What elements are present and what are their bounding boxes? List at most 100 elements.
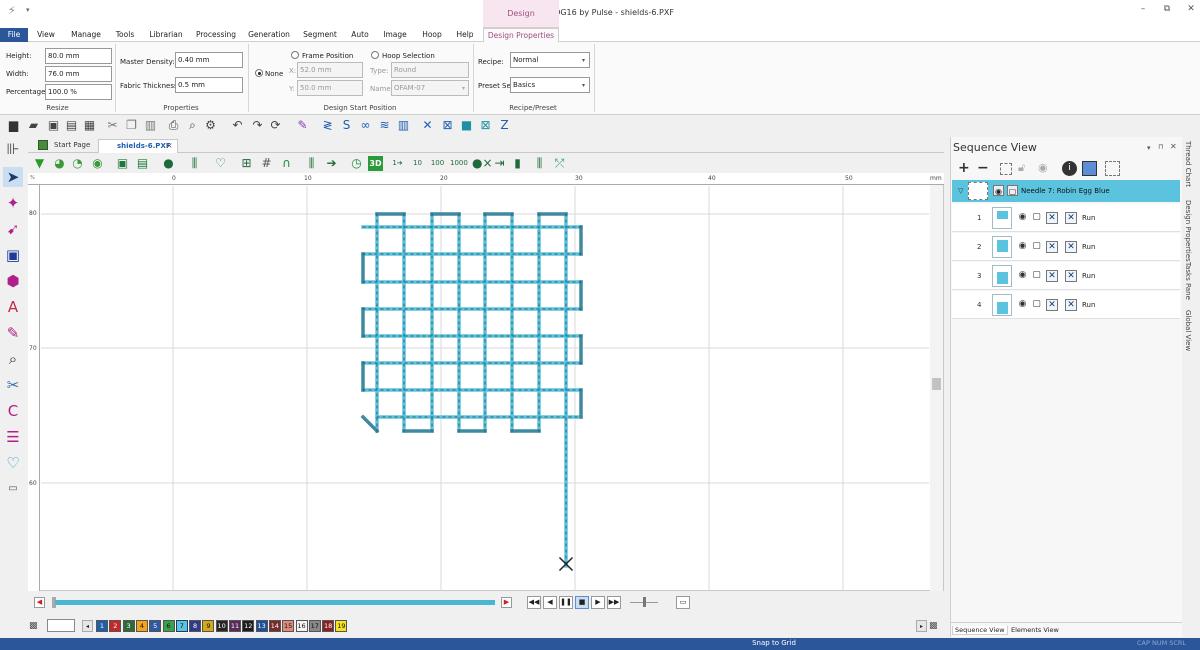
jump-icon[interactable]: ➔ bbox=[324, 156, 339, 171]
needle-button-14[interactable]: 14 bbox=[268, 620, 281, 632]
trim-toggle-icon[interactable]: ✕ bbox=[1046, 299, 1058, 311]
tab-help[interactable]: Help bbox=[452, 28, 478, 42]
y-field[interactable]: 50.0 mm bbox=[297, 80, 363, 96]
tab-hoop[interactable]: Hoop bbox=[418, 28, 446, 42]
scissors-tool-icon[interactable]: ✂ bbox=[3, 375, 23, 395]
close-tab-icon[interactable]: × bbox=[166, 141, 173, 150]
pause-icon[interactable]: ❚❚ bbox=[559, 596, 573, 609]
speed-slider-thumb[interactable] bbox=[643, 597, 646, 607]
step-forward-icon[interactable]: ▶ bbox=[501, 597, 512, 608]
needle-button-12[interactable]: 12 bbox=[242, 620, 255, 632]
needle-button-17[interactable]: 17 bbox=[308, 620, 321, 632]
needle-button-4[interactable]: 4 bbox=[135, 620, 148, 632]
refresh-icon[interactable]: ⟳ bbox=[268, 118, 283, 133]
tab-file[interactable]: File bbox=[0, 28, 28, 42]
sequence-row[interactable]: 1 ◉ ▢ ✕ ✕ Run bbox=[952, 204, 1180, 232]
copy-icon[interactable]: ❐ bbox=[124, 118, 139, 133]
show-stitches-icon[interactable]: ◕ bbox=[52, 156, 67, 171]
embroidery-design[interactable] bbox=[41, 186, 929, 590]
needle-point-icon[interactable]: ● bbox=[161, 156, 176, 171]
needle-button-19[interactable]: 19 bbox=[335, 620, 348, 632]
tatami-icon[interactable]: ⊠ bbox=[478, 118, 493, 133]
shape-tool-icon[interactable]: ⬢ bbox=[3, 271, 23, 291]
percentage-field[interactable]: 100.0 % bbox=[45, 84, 112, 100]
lettering-tool-icon[interactable]: A bbox=[3, 297, 23, 317]
needle-button-2[interactable]: 2 bbox=[109, 620, 122, 632]
stitch-progress-bar[interactable] bbox=[55, 600, 495, 605]
info-icon[interactable]: i bbox=[1062, 161, 1077, 176]
cut-icon[interactable]: ✂ bbox=[105, 118, 120, 133]
palette-icon[interactable]: ▩ bbox=[29, 620, 42, 632]
step-back-icon[interactable]: ◀ bbox=[34, 597, 45, 608]
lock-icon[interactable]: ▢ bbox=[1031, 212, 1042, 223]
needle-button-5[interactable]: 5 bbox=[149, 620, 162, 632]
select-all-icon[interactable] bbox=[1000, 163, 1012, 175]
tab-elements-view[interactable]: Elements View bbox=[1011, 626, 1059, 634]
tab-design-properties[interactable]: Design Properties bbox=[483, 28, 559, 42]
paste-icon[interactable]: ▥ bbox=[143, 118, 158, 133]
needle-button-3[interactable]: 3 bbox=[122, 620, 135, 632]
needle-button-15[interactable]: 15 bbox=[282, 620, 295, 632]
close-button[interactable]: ✕ bbox=[1184, 4, 1198, 16]
visibility-icon[interactable]: ◉ bbox=[1038, 161, 1048, 174]
satin-stitch-icon[interactable]: S bbox=[339, 118, 354, 133]
frame-icon[interactable] bbox=[1105, 161, 1120, 176]
fast-forward-icon[interactable]: ▶▶ bbox=[607, 596, 621, 609]
node-edit-tool-icon[interactable]: ➹ bbox=[3, 219, 23, 239]
needle-button-18[interactable]: 18 bbox=[322, 620, 335, 632]
undo-icon[interactable]: ↶ bbox=[230, 118, 245, 133]
lock-icon[interactable]: ▢ bbox=[1007, 185, 1018, 196]
segment-tool-icon[interactable]: ▣ bbox=[3, 245, 23, 265]
trim-toggle-icon[interactable]: ✕ bbox=[1046, 241, 1058, 253]
hoop-selection-radio[interactable] bbox=[371, 51, 379, 59]
needle-button-6[interactable]: 6 bbox=[162, 620, 175, 632]
color-settings-icon[interactable]: ▩ bbox=[929, 620, 941, 632]
cross-stitch-icon[interactable]: ✕ bbox=[420, 118, 435, 133]
lock-icon[interactable]: ▢ bbox=[1031, 299, 1042, 310]
save-all-icon[interactable]: ▦ bbox=[82, 118, 97, 133]
print-preview-icon[interactable]: ⌕ bbox=[185, 118, 200, 133]
redo-icon[interactable]: ↷ bbox=[250, 118, 265, 133]
tie-toggle-icon[interactable]: ✕ bbox=[1065, 212, 1077, 224]
ruler-tool-icon[interactable]: ⊪ bbox=[3, 139, 23, 159]
show-outline-icon[interactable]: ◔ bbox=[70, 156, 85, 171]
path-icon[interactable]: ⤱ bbox=[552, 156, 567, 171]
fit-icon[interactable]: ⊞ bbox=[239, 156, 254, 171]
applique-icon[interactable]: ■ bbox=[459, 118, 474, 133]
sequence-row[interactable]: 3 ◉ ▢ ✕ ✕ Run bbox=[952, 262, 1180, 290]
zigzag-stitch-icon[interactable]: ≷ bbox=[320, 118, 335, 133]
needle-button-1[interactable]: 1 bbox=[96, 620, 108, 632]
step-100-icon[interactable]: 100 bbox=[430, 156, 445, 171]
tab-segment[interactable]: Segment bbox=[300, 28, 340, 42]
stop-icon[interactable]: ■ bbox=[575, 596, 589, 609]
tab-view[interactable]: View bbox=[30, 28, 62, 42]
heart-tool-icon[interactable]: ♡ bbox=[3, 453, 23, 473]
sequence-row[interactable]: 2 ◉ ▢ ✕ ✕ Run bbox=[952, 233, 1180, 261]
visibility-icon[interactable]: ◉ bbox=[993, 185, 1004, 196]
play-icon[interactable]: ▶ bbox=[591, 596, 605, 609]
trim-toggle-icon[interactable]: ✕ bbox=[1046, 270, 1058, 282]
scroll-right-icon[interactable]: ▸ bbox=[916, 620, 927, 632]
panel-menu-icon[interactable]: ▾ bbox=[1147, 144, 1151, 152]
recipe-select[interactable]: Normal bbox=[510, 52, 590, 68]
scrollbar-thumb[interactable] bbox=[932, 378, 941, 390]
needle-button-11[interactable]: 11 bbox=[229, 620, 241, 632]
stack-tool-icon[interactable]: ☰ bbox=[3, 427, 23, 447]
open-folder-icon[interactable]: ▰ bbox=[26, 118, 41, 133]
needle-button-13[interactable]: 13 bbox=[255, 620, 268, 632]
name-select[interactable]: OFAM-07 bbox=[391, 80, 469, 96]
side-tab-thread-chart[interactable]: Thread Chart bbox=[1184, 141, 1192, 187]
arc-tool-icon[interactable]: C bbox=[3, 401, 23, 421]
x-field[interactable]: 52.0 mm bbox=[297, 62, 363, 78]
tie-toggle-icon[interactable]: ✕ bbox=[1065, 299, 1077, 311]
play-back-icon[interactable]: ◀ bbox=[543, 596, 557, 609]
tab-manage[interactable]: Manage bbox=[66, 28, 106, 42]
step-1-icon[interactable]: 1➔ bbox=[390, 156, 405, 171]
screen-icon[interactable]: ▤ bbox=[135, 156, 150, 171]
lock-icon[interactable]: ▢ bbox=[1031, 270, 1042, 281]
restore-button[interactable]: ⧉ bbox=[1160, 4, 1174, 16]
rewind-icon[interactable]: ◀◀ bbox=[527, 596, 541, 609]
reshape-tool-icon[interactable]: ✦ bbox=[3, 193, 23, 213]
tie-toggle-icon[interactable]: ✕ bbox=[1065, 270, 1077, 282]
filter-icon[interactable]: ▼ bbox=[32, 156, 47, 171]
